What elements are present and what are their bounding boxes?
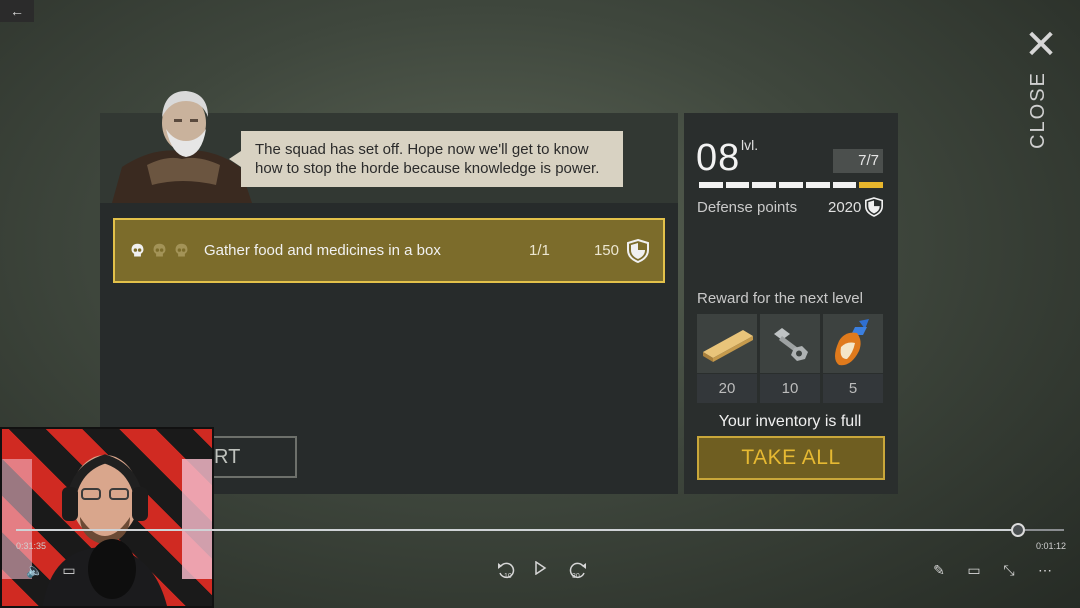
task-row[interactable]: Gather food and medicines in a box 1/1 1… (113, 218, 665, 283)
collapse-icon[interactable]: ⤡ (998, 560, 1020, 580)
skull-icon (131, 243, 144, 257)
captions-icon[interactable]: ▭ (58, 560, 80, 580)
defense-points-value: 2020 (828, 199, 862, 216)
reward-item[interactable]: 10 (760, 314, 820, 403)
level-progress-bar (699, 182, 884, 188)
progress-segment (859, 182, 884, 188)
reward-qty: 10 (760, 374, 820, 403)
rewind-seconds: 10 (504, 573, 512, 580)
skull-icon (153, 243, 166, 257)
defense-points-label: Defense points (697, 199, 798, 216)
speech-bubble: The squad has set off. Hope now we'll ge… (229, 131, 623, 187)
forward-icon[interactable]: 30 (565, 560, 589, 580)
task-progress: 1/1 (529, 242, 550, 259)
forward-seconds: 30 (572, 573, 580, 580)
close-label[interactable]: CLOSE (1027, 70, 1053, 150)
time-elapsed: 0:31:35 (16, 541, 47, 551)
reward-qty: 5 (823, 374, 883, 403)
mini-player-icon[interactable]: ▭ (963, 560, 985, 580)
wood-plank-icon (697, 314, 757, 373)
more-icon[interactable]: ⋯ (1034, 560, 1056, 580)
reward-item[interactable]: 5 (823, 314, 883, 403)
close-icon[interactable]: ✕ (1022, 25, 1060, 65)
task-text: Gather food and medicines in a box (204, 242, 441, 259)
bolt-nut-icon (760, 314, 820, 373)
reward-item[interactable]: 20 (697, 314, 757, 403)
webcam-overlay (0, 427, 214, 608)
pencil-icon[interactable]: ✎ (928, 560, 950, 580)
arrow-left-icon: ← (10, 3, 24, 19)
rewind-icon[interactable]: 10 (495, 560, 519, 580)
inventory-full-message: Your inventory is full (718, 413, 862, 430)
reward-qty: 20 (697, 374, 757, 403)
reward-grid: 20 10 5 (697, 314, 883, 403)
timeline-progress (16, 529, 1018, 531)
progress-segment (832, 182, 857, 188)
timeline-scrubber[interactable] (1011, 523, 1025, 537)
glue-tube-icon (823, 314, 883, 373)
skull-icon (175, 243, 188, 257)
level-progress-count: 7/7 (833, 149, 883, 173)
start-button[interactable]: RT (200, 436, 297, 478)
play-icon[interactable] (529, 560, 551, 580)
task-points: 150 (593, 242, 619, 259)
progress-segment (725, 182, 750, 188)
progress-segment (699, 182, 723, 188)
progress-segment (752, 182, 777, 188)
time-remaining: 0:01:12 (1036, 541, 1067, 551)
level-unit: lvl. (741, 137, 759, 153)
shield-icon (865, 197, 883, 217)
character-portrait (112, 85, 252, 203)
progress-segment (805, 182, 830, 188)
shield-icon (627, 238, 649, 263)
volume-icon[interactable]: 🔈 (24, 560, 46, 580)
level-number: 08 (696, 137, 741, 179)
take-all-button[interactable]: TAKE ALL (697, 436, 885, 480)
progress-segment (779, 182, 803, 188)
reward-label: Reward for the next level (697, 290, 863, 307)
difficulty-skulls (129, 242, 190, 259)
back-button[interactable]: ← (0, 0, 34, 22)
